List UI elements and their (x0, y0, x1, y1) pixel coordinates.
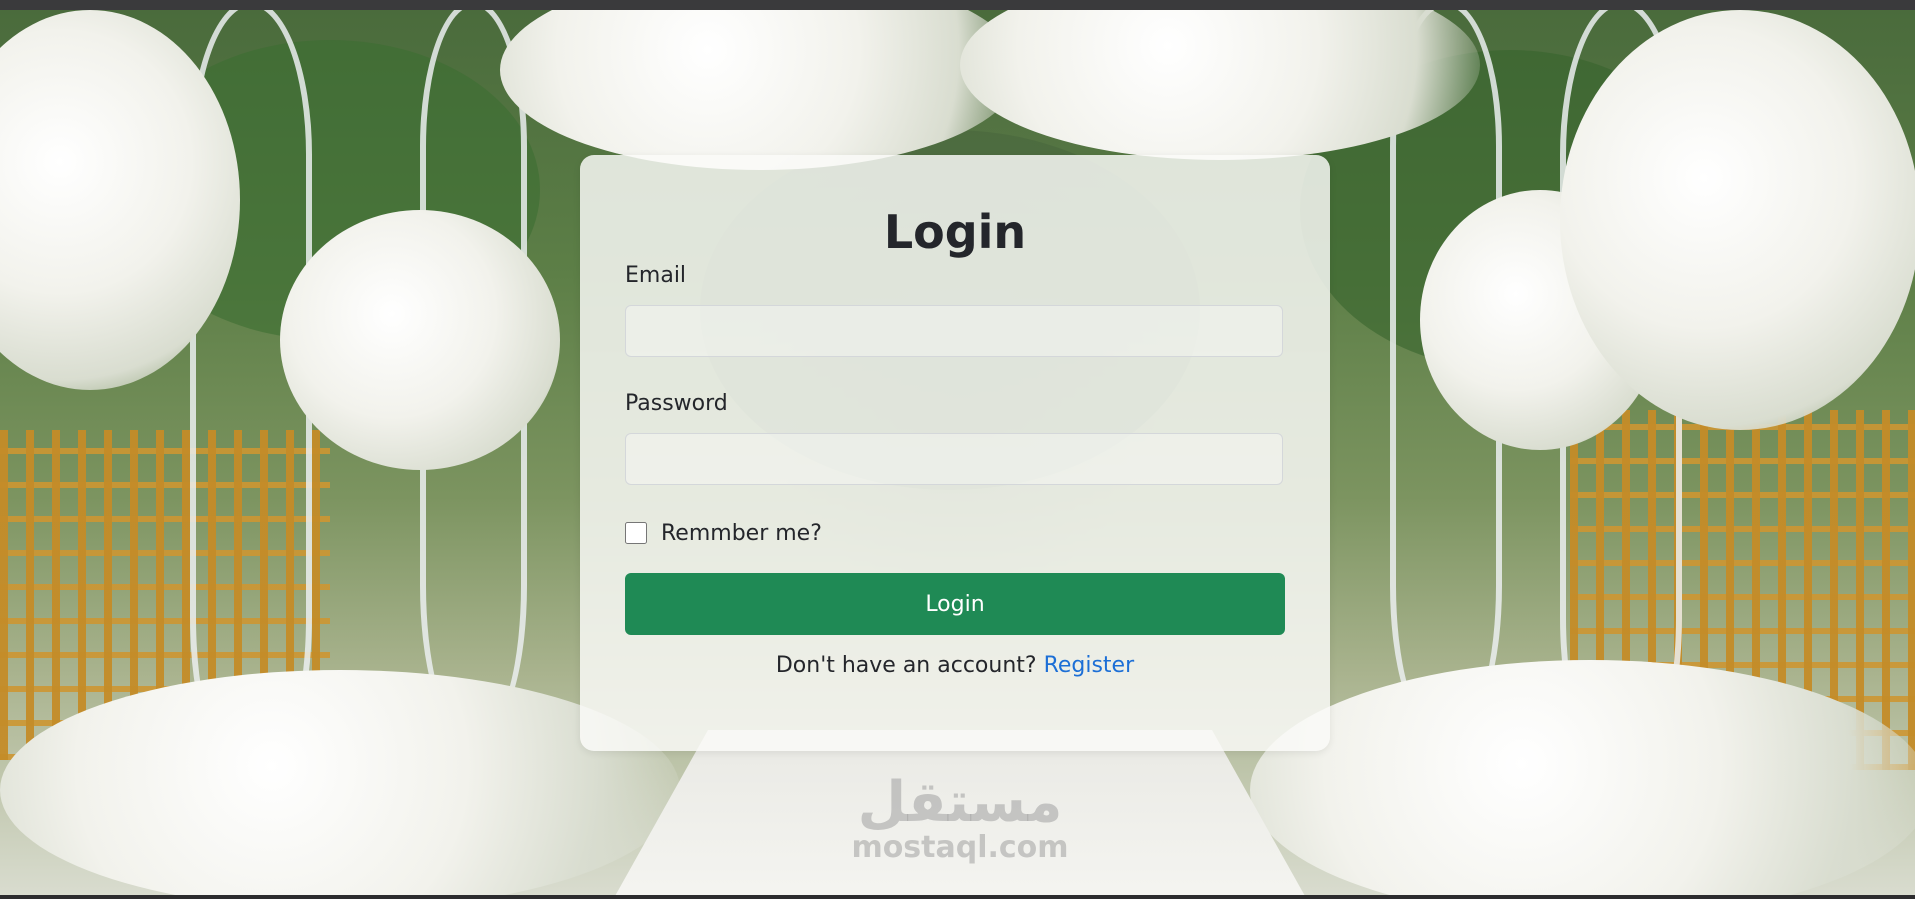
remember-me-label[interactable]: Remmber me? (661, 521, 822, 546)
watermark-domain: mostaql.com (851, 830, 1069, 865)
register-prompt-row: Don't have an account? Register (580, 653, 1330, 678)
register-link[interactable]: Register (1044, 653, 1135, 678)
remember-me-row: Remmber me? (625, 518, 822, 548)
login-title: Login (883, 205, 1027, 259)
mostaql-watermark: مستقل mostaql.com (840, 775, 1080, 865)
window-bottom-bar (0, 895, 1915, 899)
password-label: Password (625, 391, 728, 416)
remember-me-checkbox[interactable] (625, 522, 647, 544)
email-field[interactable] (625, 305, 1283, 357)
login-button[interactable]: Login (625, 573, 1285, 635)
password-field[interactable] (625, 433, 1283, 485)
register-prompt-text: Don't have an account? (775, 653, 1044, 678)
window-top-bar (0, 0, 1915, 10)
email-label: Email (625, 263, 687, 288)
login-card: Login Email Password Remmber me? Login D… (580, 155, 1330, 751)
mostaql-logo: مستقل (857, 770, 1065, 835)
